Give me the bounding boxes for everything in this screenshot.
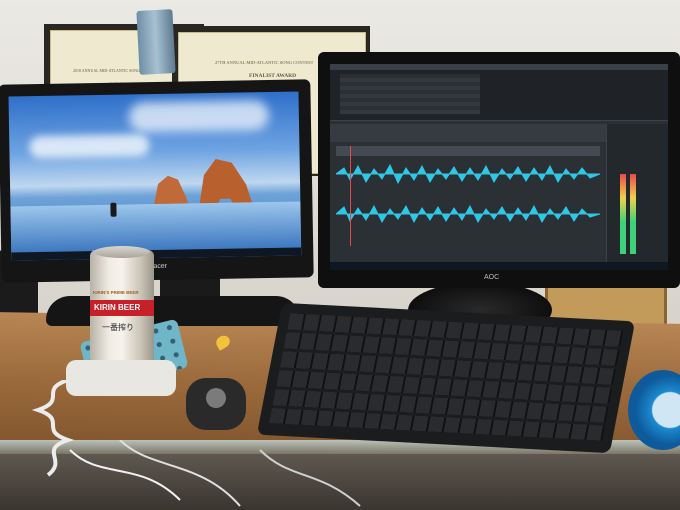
left-monitor-bezel: acer xyxy=(0,79,314,283)
beer-can-top xyxy=(94,246,150,258)
playhead xyxy=(350,146,351,246)
cloud xyxy=(29,134,150,159)
frame-clip xyxy=(136,9,176,75)
beer-can-brand: KIRIN BEER xyxy=(94,303,141,312)
daw-timeline xyxy=(336,146,600,156)
right-certificate-heading: 27TH ANNUAL MID-ATLANTIC SONG CONTEST xyxy=(215,60,314,65)
daw-file-list xyxy=(340,74,480,114)
beer-can-tagline: KIRIN'S PRIME BEER xyxy=(93,290,139,295)
left-monitor-screen xyxy=(8,91,302,261)
beer-can: KIRIN'S PRIME BEER KIRIN BEER 一番搾り xyxy=(90,246,154,366)
beer-can-subtitle: 一番搾り xyxy=(102,323,134,332)
right-monitor-screen xyxy=(330,64,668,270)
keyboard-keys xyxy=(269,313,624,441)
cables xyxy=(69,440,361,507)
waveform-track-1 xyxy=(336,163,600,185)
right-monitor-bezel: AOC xyxy=(318,52,680,288)
taskbar xyxy=(330,262,668,270)
left-monitor-brand: acer xyxy=(153,262,168,271)
meter-left xyxy=(620,174,626,254)
photo-scene: 2018 ANNUAL MID-ATLANTIC SONG CONTEST GO… xyxy=(0,0,680,510)
keyboard xyxy=(256,302,636,454)
waveform-track-2 xyxy=(336,204,600,224)
right-monitor-brand: AOC xyxy=(484,274,500,281)
meter-right xyxy=(630,174,636,254)
mouse-wheel xyxy=(206,388,226,408)
right-certificate-award: FINALIST AWARD xyxy=(249,73,297,79)
mouse xyxy=(186,378,246,430)
cloud xyxy=(128,100,270,133)
daw-mixer-panel xyxy=(606,124,668,270)
runner xyxy=(110,202,117,217)
daw-menubar xyxy=(330,64,668,70)
